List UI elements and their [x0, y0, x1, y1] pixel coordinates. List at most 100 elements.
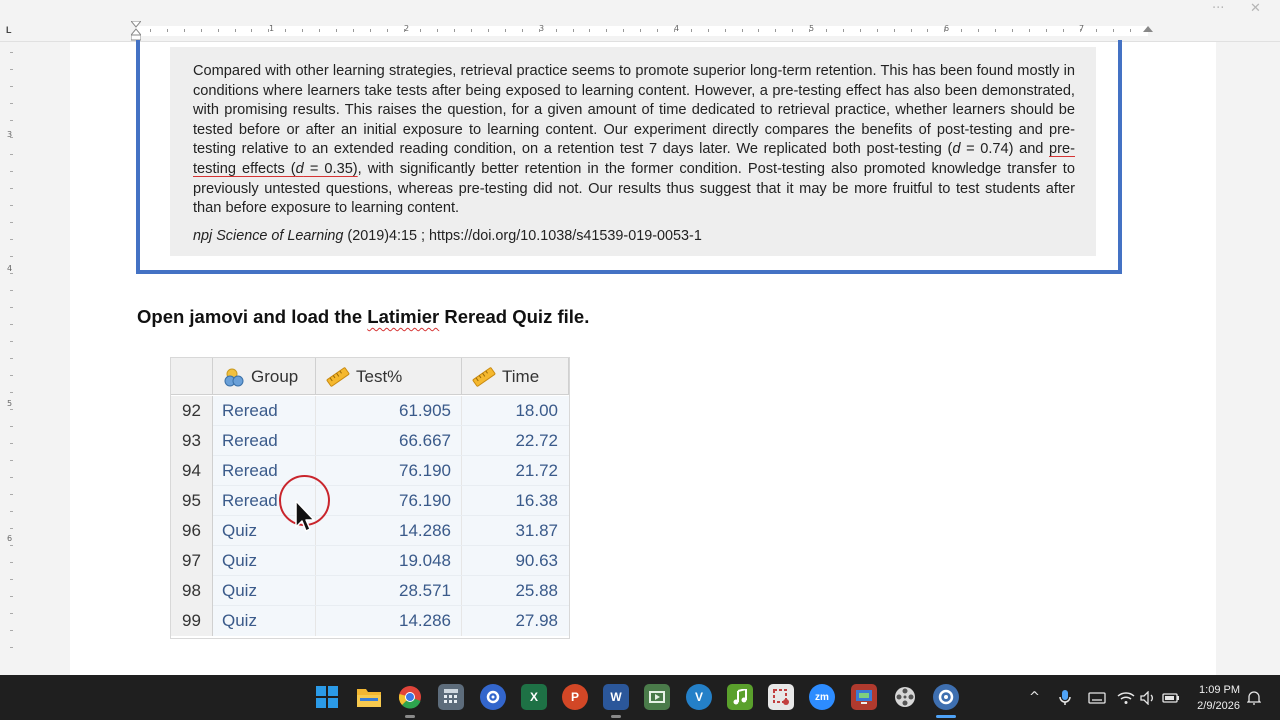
citation[interactable]: npj Science of Learning (2019)4:15 ; htt…	[193, 228, 702, 244]
cell-time[interactable]: 22.72	[462, 426, 569, 456]
ruler-tick	[893, 29, 895, 32]
word-icon[interactable]: W	[603, 684, 629, 710]
jamovi-icon[interactable]	[933, 684, 959, 710]
cell-time[interactable]: 90.63	[462, 546, 569, 576]
table-row[interactable]: 93 Reread 66.667 22.72	[171, 426, 569, 456]
calculator-icon[interactable]	[438, 684, 464, 710]
ruler-track	[136, 26, 1148, 36]
cell-group[interactable]: Quiz	[213, 606, 316, 636]
ruler-tick	[1130, 29, 1132, 32]
vertical-ruler-tick	[10, 647, 13, 648]
file-explorer-icon[interactable]	[356, 684, 382, 710]
ruler-tick	[673, 29, 675, 32]
cell-test[interactable]: 76.190	[316, 456, 462, 486]
column-header-time[interactable]: Time	[462, 358, 569, 395]
cell-group[interactable]: Reread	[213, 426, 316, 456]
cell-test[interactable]: 14.286	[316, 516, 462, 546]
vertical-ruler-tick	[10, 273, 13, 274]
table-row[interactable]: 94 Reread 76.190 21.72	[171, 456, 569, 486]
table-row[interactable]: 98 Quiz 28.571 25.88	[171, 576, 569, 606]
cell-time[interactable]: 25.88	[462, 576, 569, 606]
right-indent-marker-icon[interactable]	[1143, 26, 1153, 32]
table-row[interactable]: 95 Reread 76.190 16.38	[171, 486, 569, 516]
excel-icon[interactable]: X	[521, 684, 547, 710]
snipping-icon[interactable]	[768, 684, 794, 710]
vertical-ruler-tick	[10, 528, 13, 529]
ruler-tick	[690, 29, 692, 32]
table-row[interactable]: 97 Quiz 19.048 90.63	[171, 546, 569, 576]
wifi-icon[interactable]	[1117, 675, 1135, 720]
instruction-heading[interactable]: Open jamovi and load the Latimier Reread…	[137, 306, 589, 328]
column-header-group[interactable]: Group	[213, 358, 316, 395]
mouse-pointer-icon	[295, 500, 315, 532]
screen-recorder-icon[interactable]	[851, 684, 877, 710]
abstract-text[interactable]: Compared with other learning strategies,…	[193, 62, 1075, 219]
ruler-tick	[538, 29, 540, 32]
ruler-tick	[944, 29, 946, 32]
battery-icon[interactable]	[1162, 675, 1180, 720]
cell-test[interactable]: 28.571	[316, 576, 462, 606]
instruction-after: Reread Quiz file.	[439, 306, 590, 327]
table-row[interactable]: 96 Quiz 14.286 31.87	[171, 516, 569, 546]
ruler-tick	[335, 29, 337, 32]
more-options-icon[interactable]: ···	[1212, 1, 1224, 16]
vertical-ruler-tick	[10, 545, 13, 546]
table-row[interactable]: 99 Quiz 14.286 27.98	[171, 606, 569, 636]
spellcheck-flagged-word[interactable]: Latimier	[367, 306, 439, 327]
cell-group[interactable]: Quiz	[213, 546, 316, 576]
ruler-tick	[352, 29, 354, 32]
cell-time[interactable]: 21.72	[462, 456, 569, 486]
cell-group[interactable]: Reread	[213, 396, 316, 426]
cell-time[interactable]: 27.98	[462, 606, 569, 636]
ruler-tick	[1011, 29, 1013, 32]
cell-test[interactable]: 66.667	[316, 426, 462, 456]
music-icon[interactable]	[727, 684, 753, 710]
show-hidden-icons-chevron-icon[interactable]: ^	[1029, 675, 1040, 720]
cell-test[interactable]: 19.048	[316, 546, 462, 576]
row-number: 92	[171, 396, 213, 426]
keyboard-icon[interactable]	[1088, 675, 1106, 720]
abstract-part-1: Compared with other learning strategies,…	[193, 63, 1075, 158]
cell-time[interactable]: 18.00	[462, 396, 569, 426]
system-clock[interactable]: 1:09 PM 2/9/2026	[1197, 682, 1240, 714]
volume-icon[interactable]	[1140, 675, 1156, 720]
active-indicator	[936, 715, 956, 718]
vertical-ruler-tick	[10, 562, 13, 563]
app-settings-icon[interactable]	[480, 684, 506, 710]
film-reel-icon[interactable]	[892, 684, 918, 710]
indent-marker-icon[interactable]	[131, 21, 141, 41]
microphone-icon[interactable]	[1058, 675, 1072, 720]
ruler-tick	[369, 29, 371, 32]
screen: ··· ✕ L 1 2 3 4 5 6 7 3 4 5 6 Compared w…	[0, 0, 1280, 720]
ruler-tick	[555, 29, 557, 32]
cell-test[interactable]: 76.190	[316, 486, 462, 516]
tab-selector[interactable]: L	[6, 25, 12, 35]
vertical-ruler-tick	[10, 511, 13, 512]
vertical-ruler-tick	[10, 69, 13, 70]
vertical-ruler-tick	[10, 290, 13, 291]
vertical-ruler-tick	[10, 579, 13, 580]
cell-time[interactable]: 16.38	[462, 486, 569, 516]
media-icon[interactable]	[644, 684, 670, 710]
vertical-ruler-tick	[10, 596, 13, 597]
cell-time[interactable]: 31.87	[462, 516, 569, 546]
vimeo-icon[interactable]: V	[686, 684, 712, 710]
horizontal-ruler[interactable]: L 1 2 3 4 5 6 7	[0, 20, 1280, 42]
ruler-tick	[454, 29, 456, 32]
vertical-ruler-tick	[10, 613, 13, 614]
close-icon[interactable]: ✕	[1250, 1, 1261, 16]
windows-start-icon[interactable]	[314, 684, 340, 710]
column-header-test[interactable]: Test%	[316, 358, 462, 395]
notifications-icon[interactable]	[1247, 675, 1261, 720]
chrome-icon[interactable]	[397, 684, 423, 710]
zoom-icon[interactable]: zm	[809, 684, 835, 710]
ruler-number: 3	[539, 24, 545, 33]
cell-test[interactable]: 14.286	[316, 606, 462, 636]
cell-group[interactable]: Quiz	[213, 576, 316, 606]
table-row[interactable]: 92 Reread 61.905 18.00	[171, 396, 569, 426]
cell-test[interactable]: 61.905	[316, 396, 462, 426]
powerpoint-icon[interactable]: P	[562, 684, 588, 710]
ruler-tick	[978, 29, 980, 32]
ruler-number: 1	[269, 24, 275, 33]
vertical-ruler-tick	[10, 409, 13, 410]
